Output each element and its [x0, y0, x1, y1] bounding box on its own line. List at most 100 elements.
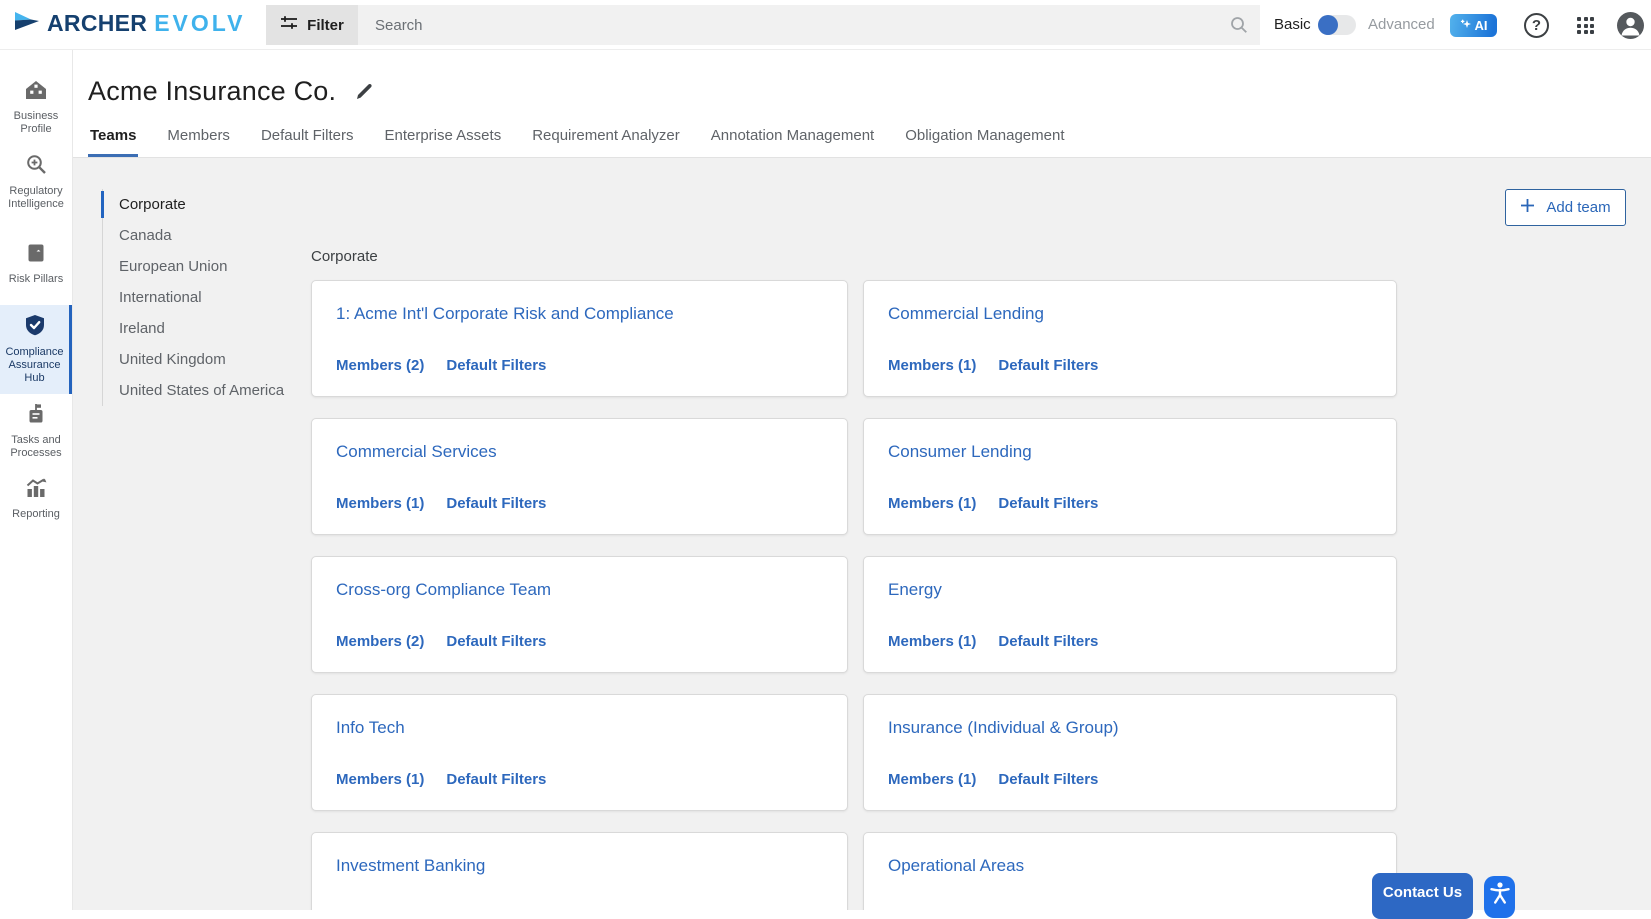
- team-name-link[interactable]: Cross-org Compliance Team: [336, 580, 823, 600]
- default-filters-link[interactable]: Default Filters: [998, 357, 1098, 374]
- sidebar-item-reporting[interactable]: Reporting: [0, 469, 72, 530]
- sidebar-item-business-profile[interactable]: Business Profile: [0, 71, 72, 145]
- search-icon[interactable]: [1230, 16, 1248, 39]
- toggle-knob: [1318, 15, 1338, 35]
- members-link[interactable]: Members (2): [336, 633, 424, 650]
- sidebar-item-compliance-assurance-hub[interactable]: Compliance Assurance Hub: [0, 305, 72, 394]
- tab-enterprise-assets[interactable]: Enterprise Assets: [382, 127, 503, 157]
- app-header: ARCHER EVOLV Filter Basic Advanced: [0, 0, 1651, 50]
- team-card[interactable]: Commercial Services Members (1) Default …: [311, 418, 848, 535]
- sidebar-item-label: Compliance Assurance Hub: [2, 346, 67, 385]
- tab-obligation-management[interactable]: Obligation Management: [903, 127, 1066, 157]
- team-nav-ireland[interactable]: Ireland: [103, 313, 298, 344]
- team-card[interactable]: Cross-org Compliance Team Members (2) De…: [311, 556, 848, 673]
- members-link[interactable]: Members (1): [888, 633, 976, 650]
- default-filters-link[interactable]: Default Filters: [446, 771, 546, 788]
- team-card[interactable]: Commercial Lending Members (1) Default F…: [863, 280, 1397, 397]
- default-filters-link[interactable]: Default Filters: [446, 633, 546, 650]
- members-link[interactable]: Members (2): [336, 357, 424, 374]
- team-card[interactable]: Info Tech Members (1) Default Filters: [311, 694, 848, 811]
- basic-advanced-toggle[interactable]: [1318, 15, 1356, 35]
- sidebar-item-label: Risk Pillars: [9, 273, 63, 286]
- members-link[interactable]: Members (1): [888, 495, 976, 512]
- basic-mode-label: Basic: [1274, 16, 1311, 33]
- team-nav-united-kingdom[interactable]: United Kingdom: [103, 344, 298, 375]
- page-head: Acme Insurance Co. Teams Members Default…: [73, 50, 1651, 158]
- contact-us-button[interactable]: Contact Us: [1372, 873, 1473, 919]
- teams-content: Corporate Canada European Union Internat…: [73, 158, 1651, 910]
- team-nav-european-union[interactable]: European Union: [103, 251, 298, 282]
- team-card[interactable]: Consumer Lending Members (1) Default Fil…: [863, 418, 1397, 535]
- team-name-link[interactable]: Commercial Services: [336, 442, 823, 462]
- team-nav-canada[interactable]: Canada: [103, 220, 298, 251]
- team-card[interactable]: Operational Areas: [863, 832, 1397, 910]
- logo-evolv-text: EVOLV: [154, 10, 245, 37]
- default-filters-link[interactable]: Default Filters: [446, 495, 546, 512]
- section-heading: Corporate: [311, 248, 378, 265]
- team-name-link[interactable]: Operational Areas: [888, 856, 1372, 876]
- team-card[interactable]: Insurance (Individual & Group) Members (…: [863, 694, 1397, 811]
- default-filters-link[interactable]: Default Filters: [998, 771, 1098, 788]
- members-link[interactable]: Members (1): [336, 771, 424, 788]
- sidebar-item-risk-pillars[interactable]: Risk Pillars: [0, 234, 72, 295]
- sidebar-item-label: Business Profile: [2, 110, 70, 136]
- default-filters-link[interactable]: Default Filters: [998, 633, 1098, 650]
- tab-teams[interactable]: Teams: [88, 127, 138, 157]
- team-nav-corporate[interactable]: Corporate: [103, 189, 298, 220]
- tab-members[interactable]: Members: [165, 127, 232, 157]
- tasks-flag-icon: [26, 403, 46, 429]
- sidebar-item-tasks-and-processes[interactable]: Tasks and Processes: [0, 394, 72, 469]
- members-link[interactable]: Members (1): [336, 495, 424, 512]
- app-sidebar: Business Profile Regulatory Intelligence…: [0, 50, 73, 910]
- add-team-label: Add team: [1546, 199, 1610, 216]
- team-group-nav: Corporate Canada European Union Internat…: [102, 189, 298, 406]
- team-name-link[interactable]: Consumer Lending: [888, 442, 1372, 462]
- advanced-mode-label: Advanced: [1368, 16, 1435, 33]
- sidebar-item-label: Regulatory Intelligence: [2, 185, 70, 211]
- team-nav-united-states[interactable]: United States of America: [103, 375, 298, 406]
- avatar-icon[interactable]: [1617, 12, 1644, 39]
- add-team-button[interactable]: Add team: [1505, 189, 1626, 226]
- logo-archer-text: ARCHER: [47, 10, 147, 37]
- archer-arrow-icon: [13, 10, 40, 37]
- ai-sparkle-icon: [1460, 18, 1472, 33]
- global-search-bar: Filter: [266, 5, 1260, 45]
- accessibility-icon[interactable]: [1484, 876, 1515, 918]
- filter-label: Filter: [307, 17, 344, 34]
- search-input[interactable]: [358, 5, 1260, 45]
- building-home-icon: [25, 80, 47, 105]
- team-name-link[interactable]: Investment Banking: [336, 856, 823, 876]
- filter-button[interactable]: Filter: [266, 5, 358, 45]
- ai-button[interactable]: AI: [1450, 14, 1497, 37]
- members-link[interactable]: Members (1): [888, 357, 976, 374]
- tab-annotation-management[interactable]: Annotation Management: [709, 127, 876, 157]
- team-name-link[interactable]: Commercial Lending: [888, 304, 1372, 324]
- team-name-link[interactable]: Insurance (Individual & Group): [888, 718, 1372, 738]
- sidebar-item-label: Tasks and Processes: [2, 434, 70, 460]
- tab-default-filters[interactable]: Default Filters: [259, 127, 356, 157]
- tab-requirement-analyzer[interactable]: Requirement Analyzer: [530, 127, 682, 157]
- team-name-link[interactable]: 1: Acme Int'l Corporate Risk and Complia…: [336, 304, 823, 324]
- help-icon[interactable]: ?: [1524, 13, 1549, 38]
- app-grid-icon[interactable]: [1577, 17, 1594, 34]
- book-icon: [26, 243, 46, 268]
- team-card[interactable]: 1: Acme Int'l Corporate Risk and Complia…: [311, 280, 848, 397]
- default-filters-link[interactable]: Default Filters: [446, 357, 546, 374]
- page-title: Acme Insurance Co.: [88, 76, 336, 107]
- sidebar-item-label: Reporting: [12, 508, 60, 521]
- team-card[interactable]: Energy Members (1) Default Filters: [863, 556, 1397, 673]
- magnifier-plus-icon: [26, 154, 47, 180]
- archer-evolv-logo[interactable]: ARCHER EVOLV: [13, 10, 245, 37]
- team-name-link[interactable]: Energy: [888, 580, 1372, 600]
- default-filters-link[interactable]: Default Filters: [998, 495, 1098, 512]
- edit-pencil-icon[interactable]: [355, 82, 374, 101]
- team-cards-grid: 1: Acme Int'l Corporate Risk and Complia…: [311, 280, 1397, 910]
- team-nav-international[interactable]: International: [103, 282, 298, 313]
- bar-chart-icon: [25, 478, 47, 503]
- help-glyph: ?: [1532, 17, 1541, 34]
- plus-icon: [1520, 198, 1535, 217]
- team-card[interactable]: Investment Banking: [311, 832, 848, 910]
- members-link[interactable]: Members (1): [888, 771, 976, 788]
- team-name-link[interactable]: Info Tech: [336, 718, 823, 738]
- sidebar-item-regulatory-intelligence[interactable]: Regulatory Intelligence: [0, 145, 72, 220]
